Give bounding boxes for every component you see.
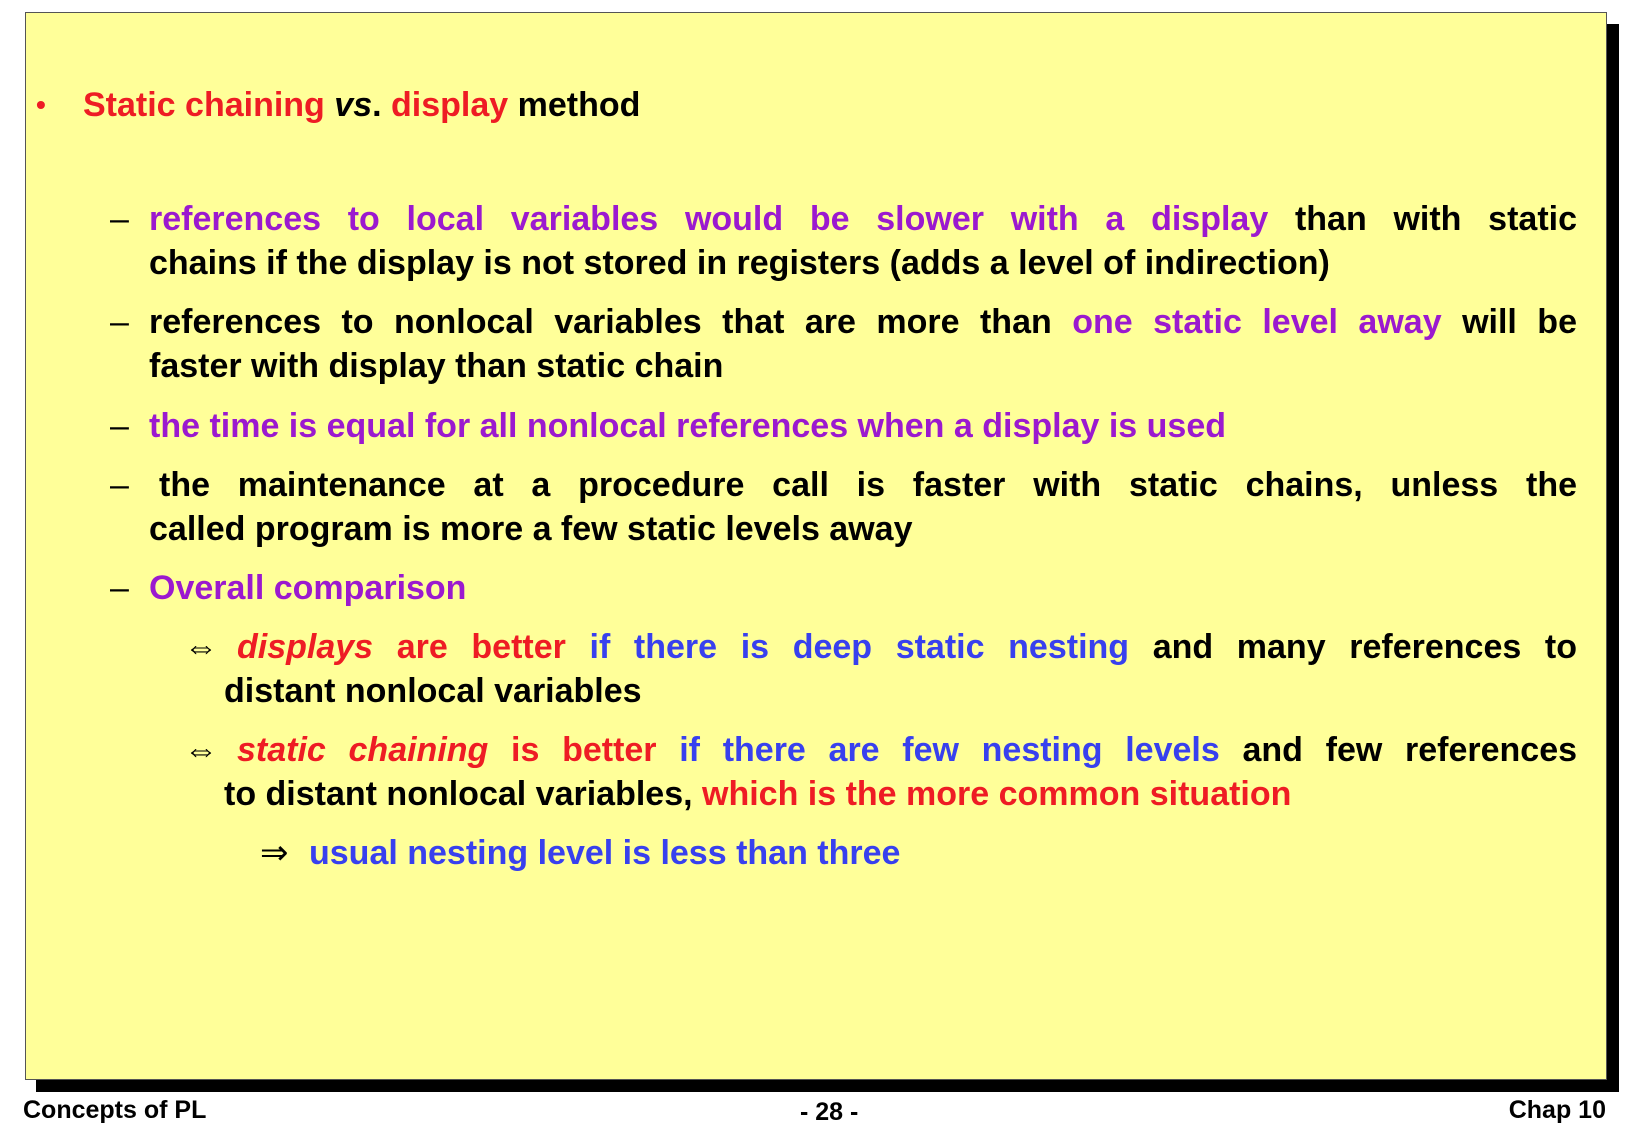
comparison-1-line-2: distant nonlocal variables (224, 668, 642, 714)
item-3-dash: – (110, 407, 129, 445)
comparison-1-symbol: ⇔ (184, 628, 218, 666)
item-2-dash: – (110, 303, 129, 341)
item-4-dash: – (110, 466, 129, 504)
comparison-1-continuation: distant nonlocal variables (224, 672, 642, 710)
conclusion-line: usual nesting level is less than three (309, 830, 900, 876)
item-1-dash: – (110, 200, 129, 238)
comparison-1-condition: if there is deep static nesting (589, 628, 1130, 666)
item-2-line-2: faster with display than static chain (149, 343, 723, 389)
item-3-line-1: the time is equal for all nonlocal refer… (149, 403, 1226, 449)
comparison-2-common-situation: which is the more common situation (702, 775, 1292, 813)
title-vs: vs (334, 86, 373, 124)
item-2-line-1: references to nonlocal variables that ar… (149, 299, 1577, 345)
item-2-black-text: references to nonlocal variables that ar… (149, 303, 1052, 341)
item-3-purple-text: the time is equal for all nonlocal refer… (149, 407, 1227, 445)
title-display: display (391, 86, 509, 124)
conclusion-text: usual nesting level is less than three (309, 834, 901, 872)
item-1-purple-text: references to local variables would be s… (149, 200, 1269, 238)
item-2-black-text-end: will be (1462, 303, 1577, 341)
comparison-2-static-chaining: static chaining (237, 731, 489, 769)
item-4-black-text: the maintenance at a procedure call is f… (159, 466, 1577, 504)
footer-page-number: - 28 - (800, 1098, 859, 1126)
comparison-2-line-1: static chaining is better if there are f… (237, 727, 1577, 773)
item-4-line-2: called program is more a few static leve… (149, 506, 912, 552)
item-5-dash: – (110, 569, 129, 607)
conclusion-symbol: ⇒ (260, 834, 289, 872)
title-bullet: • (36, 89, 46, 120)
item-5-purple-text: Overall comparison (149, 569, 467, 607)
item-1-line-2: chains if the display is not stored in r… (149, 240, 1330, 286)
item-2-continuation: faster with display than static chain (149, 347, 724, 385)
slide-title: Static chaining vs. display method (83, 82, 640, 128)
item-1-line-1: references to local variables would be s… (149, 196, 1577, 242)
comparison-2-continuation: to distant nonlocal variables, (224, 775, 693, 813)
comparison-2-line-2: to distant nonlocal variables, which is … (224, 771, 1291, 817)
comparison-2-is-better: is better (511, 731, 657, 769)
item-4-line-1: the maintenance at a procedure call is f… (159, 462, 1577, 508)
title-period: . (372, 86, 382, 124)
comparison-1-line-1: displays are better if there is deep sta… (237, 624, 1577, 670)
item-5-line-1: Overall comparison (149, 565, 466, 611)
comparison-2-black-text: and few references (1242, 731, 1578, 769)
footer-left: Concepts of PL (23, 1096, 207, 1124)
footer-right: Chap 10 (1508, 1096, 1606, 1124)
item-1-continuation: chains if the display is not stored in r… (149, 244, 1330, 282)
item-1-black-text: than with static (1294, 200, 1577, 238)
comparison-2-condition: if there are few nesting levels (679, 731, 1220, 769)
comparison-1-black-text: and many references to (1152, 628, 1577, 666)
title-method: method (517, 86, 641, 124)
item-2-purple-text: one static level away (1072, 303, 1442, 341)
comparison-1-are-better: are better (396, 628, 566, 666)
item-4-continuation: called program is more a few static leve… (149, 510, 913, 548)
comparison-2-symbol: ⇔ (184, 731, 218, 769)
title-static-chaining: Static chaining (83, 86, 325, 124)
comparison-1-displays: displays (237, 628, 374, 666)
